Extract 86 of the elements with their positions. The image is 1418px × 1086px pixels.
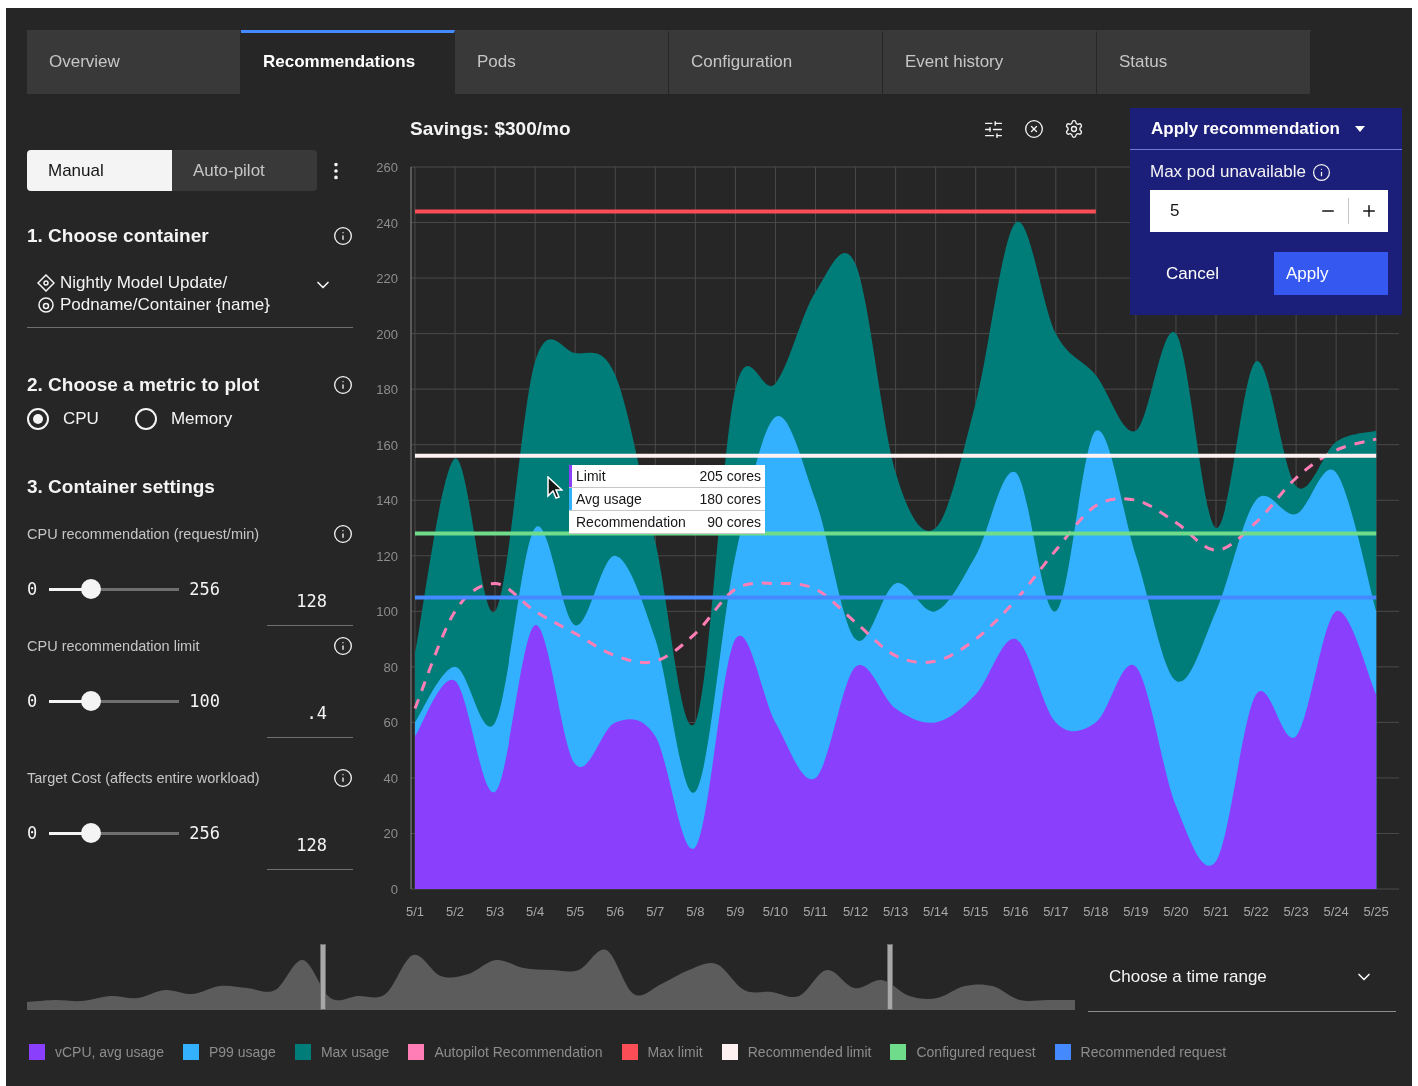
axis-tick-label: 5/12 bbox=[842, 904, 869, 919]
axis-tick-label: 5/18 bbox=[1083, 904, 1109, 919]
axis-tick-label: 5/19 bbox=[1123, 904, 1149, 919]
legend-label: Max limit bbox=[647, 1044, 703, 1060]
axis-tick-label: 5/4 bbox=[526, 904, 545, 919]
mode-switch-option[interactable]: Manual bbox=[27, 150, 172, 191]
tooltip-value: 180 cores bbox=[699, 491, 761, 507]
section-title: 3. Container settings bbox=[27, 476, 216, 498]
tab[interactable]: Overview bbox=[27, 30, 241, 94]
axis-tick-label: 5/14 bbox=[923, 904, 949, 919]
axis-tick-label: 5/2 bbox=[446, 904, 465, 919]
axis-tick-label: 5/22 bbox=[1243, 904, 1269, 919]
axis-tick-label: 5/25 bbox=[1363, 904, 1389, 919]
value-field[interactable]: 128 bbox=[267, 820, 353, 870]
time-range-dropdown[interactable]: Choose a time range bbox=[1088, 942, 1396, 1012]
axis-tick-label: 5/3 bbox=[486, 904, 505, 919]
axis-tick-label: 100 bbox=[376, 604, 398, 620]
slider-min: 0 bbox=[27, 691, 38, 711]
field-label: Max pod unavailable bbox=[1150, 162, 1306, 182]
axis-tick-label: 5/20 bbox=[1163, 904, 1189, 919]
axis-tick-label: 160 bbox=[376, 437, 398, 453]
slider-min: 0 bbox=[27, 823, 38, 843]
axis-tick-label: 5/8 bbox=[686, 904, 705, 919]
tab[interactable]: Configuration bbox=[669, 30, 883, 94]
legend-label: Max usage bbox=[320, 1044, 390, 1060]
tooltip-value: 90 cores bbox=[707, 514, 761, 530]
legend-label: Autopilot Recommendation bbox=[434, 1044, 603, 1060]
axis-tick-label: 5/21 bbox=[1203, 904, 1229, 919]
legend-label: P99 usage bbox=[208, 1044, 276, 1060]
legend-label: Recommended limit bbox=[747, 1044, 872, 1060]
axis-tick-label: 220 bbox=[376, 271, 398, 287]
axis-tick-label: 60 bbox=[383, 715, 398, 731]
axis-tick-label: 0 bbox=[390, 882, 398, 897]
radio-label: Memory bbox=[170, 409, 233, 429]
tooltip-label: Limit bbox=[576, 468, 607, 484]
tooltip-value: 205 cores bbox=[699, 468, 761, 484]
slider-label: CPU recommendation limit bbox=[27, 638, 200, 654]
mode-switch-option[interactable]: Auto-pilot bbox=[172, 150, 317, 191]
legend-label: vCPU, avg usage bbox=[55, 1044, 164, 1060]
slider-max: 100 bbox=[189, 691, 220, 711]
axis-tick-label: 5/7 bbox=[646, 904, 665, 919]
axis-tick-label: 40 bbox=[383, 770, 398, 786]
axis-tick-label: 5/11 bbox=[803, 904, 828, 919]
apply-button[interactable]: Apply bbox=[1274, 252, 1388, 295]
select-value: Nightly Model Update/ bbox=[60, 273, 228, 293]
axis-tick-label: 5/15 bbox=[963, 904, 989, 919]
legend-label: Configured request bbox=[916, 1044, 1036, 1060]
axis-tick-label: 200 bbox=[376, 326, 398, 342]
tooltip-label: Recommendation bbox=[576, 514, 687, 530]
slider-label: CPU recommendation (request/min) bbox=[27, 526, 260, 542]
chart-title: Savings: $300/mo bbox=[410, 118, 571, 140]
axis-tick-label: 5/10 bbox=[762, 904, 789, 919]
slider-max: 256 bbox=[189, 823, 220, 843]
axis-tick-label: 5/13 bbox=[882, 904, 909, 919]
tab[interactable]: Event history bbox=[883, 30, 1097, 94]
tab[interactable]: Status bbox=[1097, 30, 1311, 94]
number-field[interactable]: 5 bbox=[1150, 190, 1388, 232]
section-title: 1. Choose container bbox=[27, 225, 209, 247]
tooltip-label: Avg usage bbox=[576, 491, 643, 507]
axis-tick-label: 240 bbox=[376, 215, 398, 231]
axis-tick-label: 5/6 bbox=[606, 904, 625, 919]
container-select[interactable]: Nightly Model Update/ Podname/Container {name} bbox=[27, 273, 353, 328]
value-field[interactable]: .4 bbox=[267, 688, 353, 738]
cancel-button[interactable]: Cancel bbox=[1150, 252, 1264, 295]
axis-tick-label: 5/5 bbox=[566, 904, 585, 919]
slider-min: 0 bbox=[27, 579, 38, 599]
axis-tick-label: 140 bbox=[376, 493, 398, 509]
axis-tick-label: 5/16 bbox=[1003, 904, 1029, 919]
axis-tick-label: 120 bbox=[376, 548, 398, 564]
slider-label: Target Cost (affects entire workload) bbox=[27, 770, 260, 786]
axis-tick-label: 5/9 bbox=[726, 904, 745, 919]
slider-max: 256 bbox=[189, 579, 220, 599]
axis-tick-label: 180 bbox=[376, 382, 398, 398]
radio-label: CPU bbox=[63, 409, 99, 429]
legend-label: Recommended request bbox=[1080, 1044, 1227, 1060]
axis-tick-label: 5/1 bbox=[405, 904, 425, 919]
axis-tick-label: 260 bbox=[376, 160, 398, 175]
tab[interactable]: Pods bbox=[455, 30, 669, 94]
axis-tick-label: 5/24 bbox=[1323, 904, 1349, 919]
axis-tick-label: 5/23 bbox=[1283, 904, 1309, 919]
axis-tick-label: 80 bbox=[383, 659, 398, 675]
section-title: 2. Choose a metric to plot bbox=[27, 374, 260, 396]
axis-tick-label: 5/17 bbox=[1043, 904, 1069, 919]
value-field[interactable]: 128 bbox=[267, 576, 353, 626]
select-value: Podname/Container {name} bbox=[60, 295, 270, 315]
axis-tick-label: 20 bbox=[383, 826, 398, 842]
